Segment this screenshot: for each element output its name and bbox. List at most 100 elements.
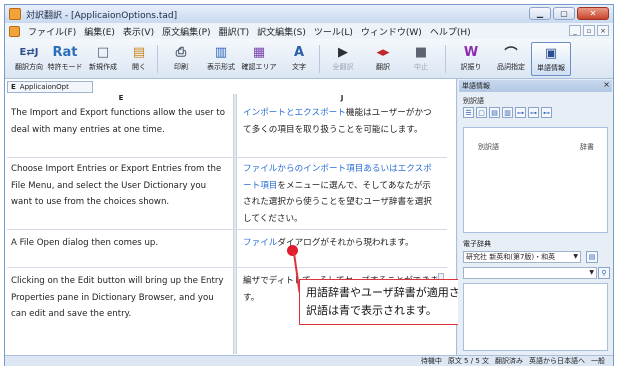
- patent-icon: Rat: [52, 44, 78, 60]
- dictionary-select-value: 研究社 新英和(第7版)・和英: [466, 253, 556, 261]
- word-info-button[interactable]: ▣ 単語情報: [531, 42, 571, 76]
- new-document-icon: □: [96, 44, 110, 60]
- patent-mode-button[interactable]: Rat 特許モード: [45, 42, 85, 76]
- dictionary-result-area[interactable]: [463, 283, 608, 351]
- alternatives-section-label: 别訳語: [463, 97, 484, 105]
- toolbar-separator: [319, 45, 320, 73]
- stop-button[interactable]: ■ 中止: [401, 42, 441, 76]
- translate-all-label: 全翻訳: [332, 63, 354, 71]
- dictionary-search-input[interactable]: ▼: [463, 267, 597, 279]
- tab-letter: E: [11, 83, 16, 91]
- word-info-toolbar: ☰ ▢ ▤ ▥ ⊶ ⊶ ⊷: [463, 107, 552, 118]
- status-sentence-count: 原文 5 / 5 文: [447, 357, 489, 365]
- column-header-japanese: J: [340, 94, 344, 102]
- window-title: 対訳翻訳 - [ApplicaionOptions.tad]: [26, 10, 178, 21]
- source-sentence[interactable]: Choose Import Entries or Export Entries …: [11, 161, 229, 229]
- electronic-dictionary-label: 電子辞典: [463, 240, 491, 248]
- menu-view[interactable]: 表示(V): [123, 25, 154, 38]
- dictionary-icon[interactable]: ▤: [489, 107, 500, 118]
- link-icon[interactable]: ⊶: [528, 107, 539, 118]
- menu-window[interactable]: ウィンドウ(W): [361, 25, 422, 38]
- link-icon[interactable]: ⊷: [541, 107, 552, 118]
- word-info-header: 単語情報 ×: [459, 80, 612, 92]
- menu-target-edit[interactable]: 訳文編集(S): [257, 25, 306, 38]
- status-direction: 英語から日本語へ: [529, 357, 585, 365]
- menu-edit[interactable]: 編集(E): [84, 25, 115, 38]
- print-button[interactable]: ⎙ 印刷: [161, 42, 201, 76]
- alternatives-list[interactable]: 別訳語 辞書: [463, 127, 608, 233]
- play-icon: ▶: [338, 44, 348, 60]
- copy-icon[interactable]: ▢: [476, 107, 487, 118]
- list-icon[interactable]: ☰: [463, 107, 474, 118]
- open-label: 開く: [132, 63, 146, 71]
- translate-icon: ◂▸: [376, 44, 390, 60]
- document-icon[interactable]: [9, 25, 20, 37]
- menu-source-edit[interactable]: 原文編集(P): [162, 25, 210, 38]
- direction-icon: E⇄J: [19, 46, 39, 58]
- font-icon: A: [293, 44, 305, 60]
- document-tab[interactable]: E ApplicaionOpt: [7, 81, 93, 93]
- maximize-button[interactable]: ▢: [553, 7, 575, 20]
- close-icon[interactable]: ×: [603, 80, 610, 89]
- status-mode: 一般: [591, 357, 605, 365]
- folder-icon: ▤: [132, 44, 146, 60]
- menu-tools[interactable]: ツール(L): [314, 25, 353, 38]
- part-of-speech-button[interactable]: ⌒ 品詞指定: [491, 42, 531, 76]
- reading-button[interactable]: W 訳振り: [451, 42, 491, 76]
- display-format-button[interactable]: ▥ 表示形式: [201, 42, 241, 76]
- binoculars-icon[interactable]: ⚲: [598, 267, 610, 279]
- direction-button[interactable]: E⇄J 翻訳方向: [9, 42, 49, 76]
- toolbar-separator: [157, 45, 158, 73]
- font-button[interactable]: A 文字: [279, 42, 319, 76]
- open-button[interactable]: ▤ 開く: [119, 42, 159, 76]
- column-divider[interactable]: [233, 94, 237, 354]
- part-of-speech-label: 品詞指定: [497, 63, 525, 71]
- link-icon[interactable]: ⊶: [515, 107, 526, 118]
- doc-minimize-button[interactable]: _: [569, 25, 581, 36]
- word-info-panel: 単語情報 × 别訳語 ☰ ▢ ▤ ▥ ⊶ ⊶ ⊷ 別訳語 辞書 電子辞典 研究社…: [458, 79, 613, 355]
- chevron-down-icon: ▼: [573, 253, 578, 260]
- source-sentence[interactable]: A File Open dialog then comes up.: [11, 235, 229, 267]
- dictionary-lookup-icon[interactable]: ▤: [586, 251, 598, 263]
- toolbar: E⇄J 翻訳方向 Rat 特許モード □ 新規作成 ▤ 開く ⎙ 印刷 ▥ 表示…: [5, 39, 613, 79]
- minimize-button[interactable]: ▁: [529, 7, 551, 20]
- new-button[interactable]: □ 新規作成: [83, 42, 123, 76]
- source-sentence[interactable]: The Import and Export functions allow th…: [11, 105, 229, 157]
- status-state: 待機中: [420, 357, 442, 365]
- font-label: 文字: [292, 63, 306, 71]
- target-sentence[interactable]: ファイルダイアログがそれから現われます。: [243, 235, 439, 267]
- dictionary-select[interactable]: 研究社 新英和(第7版)・和英 ▼: [463, 251, 581, 263]
- menu-translate[interactable]: 翻訳(T): [219, 25, 250, 38]
- tab-filename: ApplicaionOpt: [19, 83, 69, 91]
- menu-file[interactable]: ファイル(F): [28, 25, 76, 38]
- app-icon: [9, 8, 21, 20]
- menu-help[interactable]: ヘルプ(H): [430, 25, 471, 38]
- doc-close-button[interactable]: ×: [597, 25, 609, 36]
- check-area-label: 確認エリア: [241, 63, 277, 71]
- word-info-icon: ▣: [544, 45, 558, 61]
- column-header-english: E: [118, 94, 124, 102]
- app-window: 対訳翻訳 - [ApplicaionOptions.tad] ▁ ▢ ✕ ファイ…: [4, 4, 614, 366]
- register-icon[interactable]: ▥: [502, 107, 513, 118]
- display-format-label: 表示形式: [207, 63, 235, 71]
- close-button[interactable]: ✕: [577, 7, 609, 20]
- check-area-button[interactable]: ▦ 確認エリア: [239, 42, 279, 76]
- reading-label: 訳振り: [460, 63, 482, 71]
- target-sentence[interactable]: インポートとエクスポート機能はユーザーがかつて多くの項目を取り扱うことを可能にし…: [243, 105, 439, 157]
- patent-label: 特許モード: [47, 63, 83, 71]
- target-sentence[interactable]: ファイルからのインポート項目あるいはエクスポート項目をメニューに選んで、そしてあ…: [243, 161, 439, 229]
- row-divider: [7, 157, 447, 158]
- doc-restore-button[interactable]: ▫: [583, 25, 595, 36]
- stop-label: 中止: [414, 63, 428, 71]
- part-of-speech-icon: ⌒: [504, 46, 518, 62]
- translate-button[interactable]: ◂▸ 翻訳: [363, 42, 403, 76]
- row-divider: [7, 267, 447, 268]
- translate-all-button[interactable]: ▶ 全翻訳: [323, 42, 363, 76]
- alternatives-column-header: 別訳語: [478, 143, 499, 151]
- source-sentence[interactable]: Clicking on the Edit button will bring u…: [11, 273, 229, 341]
- translate-label: 翻訳: [376, 63, 390, 71]
- columns-icon: ▥: [214, 44, 228, 60]
- new-label: 新規作成: [89, 63, 117, 71]
- window-controls: ▁ ▢ ✕: [529, 7, 609, 20]
- status-bar: 待機中 原文 5 / 5 文 翻訳済み 英語から日本語へ 一般: [5, 355, 613, 366]
